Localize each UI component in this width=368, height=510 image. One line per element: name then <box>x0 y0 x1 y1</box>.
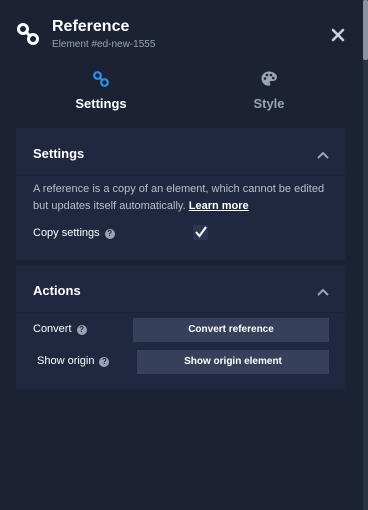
tab-bar: Settings Style <box>0 62 363 118</box>
copy-settings-checkbox[interactable] <box>193 225 208 240</box>
show-origin-row: Show origin? <box>37 355 110 367</box>
help-icon[interactable]: ? <box>99 357 110 367</box>
help-icon[interactable]: ? <box>76 325 87 335</box>
panel-header: Reference Element #ed-new-1555 <box>0 0 363 62</box>
link-icon <box>16 22 40 46</box>
scrollbar-track[interactable] <box>363 0 368 510</box>
chevron-up-icon[interactable] <box>316 147 330 159</box>
reference-panel: Reference Element #ed-new-1555 Settings … <box>0 0 368 510</box>
show-origin-element-button[interactable]: Show origin element <box>137 350 329 374</box>
convert-row: Convert? <box>33 323 87 335</box>
chevron-up-icon[interactable] <box>316 284 330 296</box>
actions-section-header[interactable]: Actions <box>16 265 345 313</box>
checkmark-icon <box>195 226 207 238</box>
convert-label: Convert <box>33 323 72 335</box>
link-icon <box>92 70 110 88</box>
palette-icon <box>260 70 278 88</box>
show-origin-label: Show origin <box>37 355 95 367</box>
settings-section-header[interactable]: Settings <box>16 128 345 176</box>
tab-settings-label: Settings <box>75 96 127 111</box>
help-icon[interactable]: ? <box>104 229 115 239</box>
settings-section: Settings A reference is a copy of an ele… <box>16 128 345 260</box>
tab-style[interactable]: Style <box>184 62 354 118</box>
reference-description: A reference is a copy of an element, whi… <box>33 181 333 215</box>
convert-reference-button[interactable]: Convert reference <box>133 318 329 342</box>
copy-settings-row: Copy settings? <box>33 227 115 239</box>
tab-style-label: Style <box>253 96 285 111</box>
learn-more-link[interactable]: Learn more <box>189 200 249 212</box>
scrollbar-thumb[interactable] <box>363 0 368 60</box>
panel-title: Reference <box>52 18 130 35</box>
copy-settings-label: Copy settings <box>33 227 100 239</box>
actions-section: Actions Convert? Convert reference Show … <box>16 265 345 390</box>
settings-section-title: Settings <box>33 146 85 161</box>
description-text: A reference is a copy of an element, whi… <box>33 183 325 212</box>
actions-section-title: Actions <box>33 283 81 298</box>
close-icon[interactable] <box>329 26 347 44</box>
element-id: Element #ed-new-1555 <box>52 39 156 50</box>
tab-settings[interactable]: Settings <box>16 62 186 118</box>
